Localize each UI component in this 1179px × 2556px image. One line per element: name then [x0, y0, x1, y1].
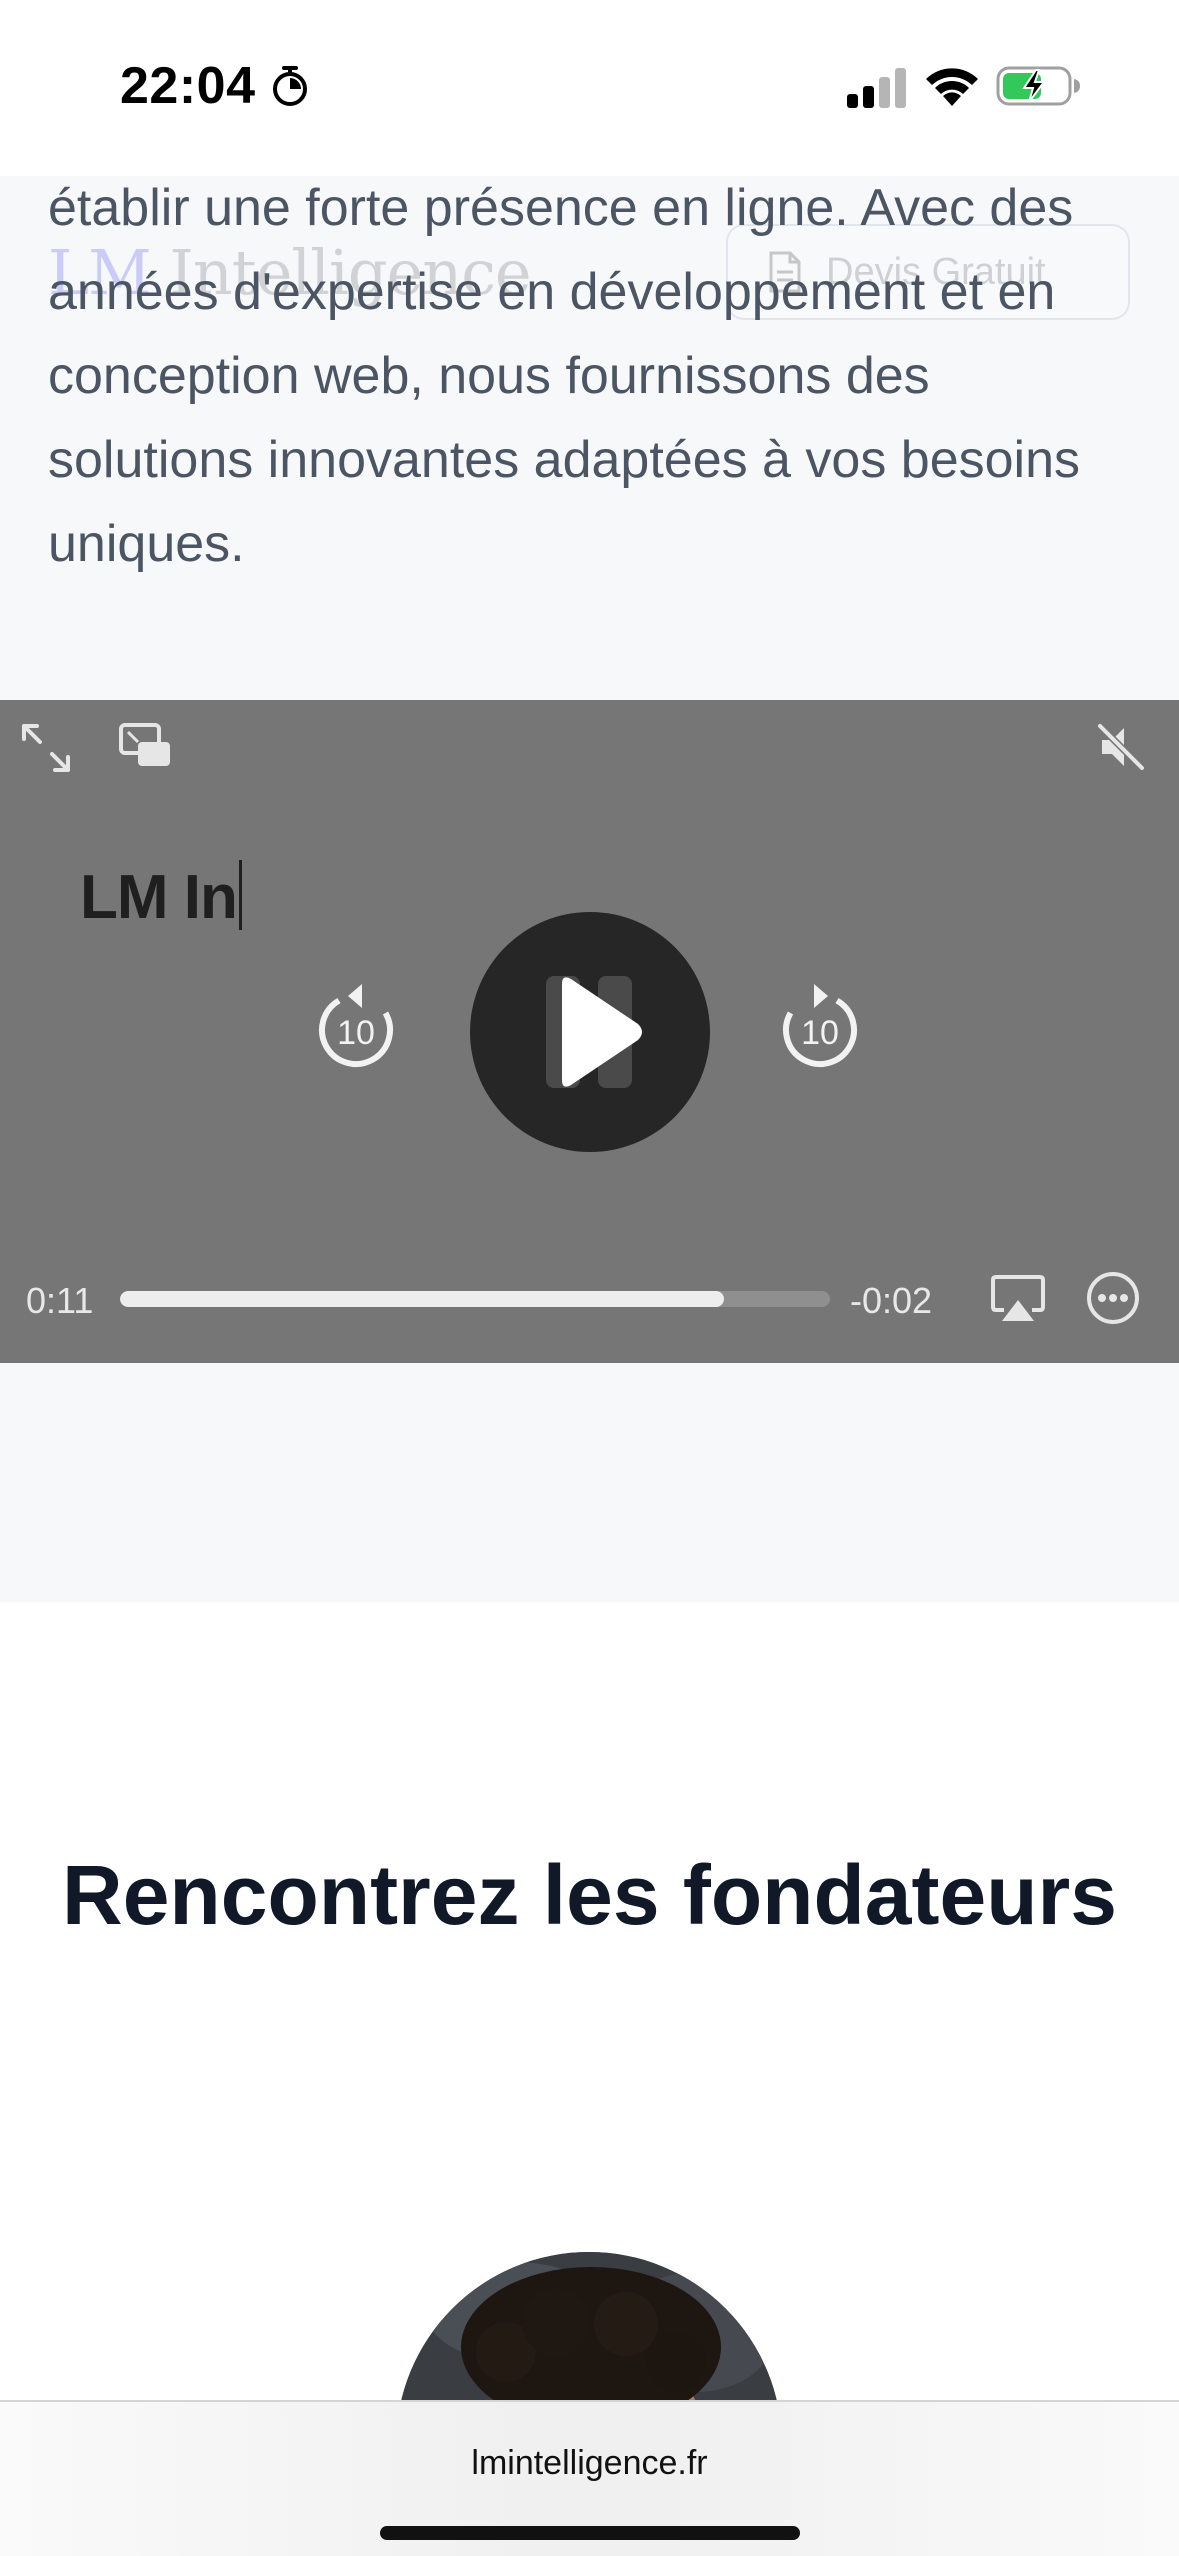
video-caption: LM In [80, 860, 242, 933]
timer-icon [273, 66, 307, 106]
hero-paragraph: établir une forte présence en ligne. Ave… [48, 179, 1081, 573]
more-options-icon[interactable] [1085, 1270, 1141, 1326]
play-button[interactable] [470, 912, 710, 1152]
browser-bottom-bar: lmintelligence.fr [0, 2400, 1179, 2556]
skip-forward-button[interactable]: 10 [776, 980, 864, 1072]
battery-charging-icon [996, 66, 1080, 106]
text-cursor [238, 860, 242, 930]
video-caption-text: LM In [80, 863, 238, 932]
address-bar[interactable]: lmintelligence.fr [0, 2444, 1179, 2483]
status-bar: 22:04 [0, 0, 1179, 176]
progress-fill [120, 1291, 724, 1307]
progress-scrubber[interactable] [120, 1291, 830, 1307]
cellular-signal-icon [847, 68, 906, 108]
skip-forward-icon: 10 [783, 984, 857, 1067]
time-remaining: -0:02 [850, 1280, 933, 1321]
skip-back-button[interactable]: 10 [312, 980, 400, 1072]
home-indicator[interactable] [380, 2526, 800, 2540]
airplay-icon[interactable] [990, 1274, 1046, 1324]
wifi-icon [926, 68, 978, 106]
picture-in-picture-icon[interactable] [118, 722, 172, 768]
video-player[interactable]: LM In 10 10 0:11 -0:02 [0, 700, 1179, 1363]
founders-heading: Rencontrez les fondateurs [62, 1848, 1117, 1942]
muted-speaker-icon[interactable] [1094, 720, 1148, 774]
skip-back-icon: 10 [319, 984, 393, 1067]
fullscreen-icon[interactable] [20, 722, 72, 774]
status-time: 22:04 [120, 57, 256, 115]
play-icon [546, 976, 642, 1088]
skip-back-seconds: 10 [337, 1014, 375, 1052]
skip-forward-seconds: 10 [801, 1014, 839, 1052]
time-elapsed: 0:11 [26, 1280, 94, 1321]
